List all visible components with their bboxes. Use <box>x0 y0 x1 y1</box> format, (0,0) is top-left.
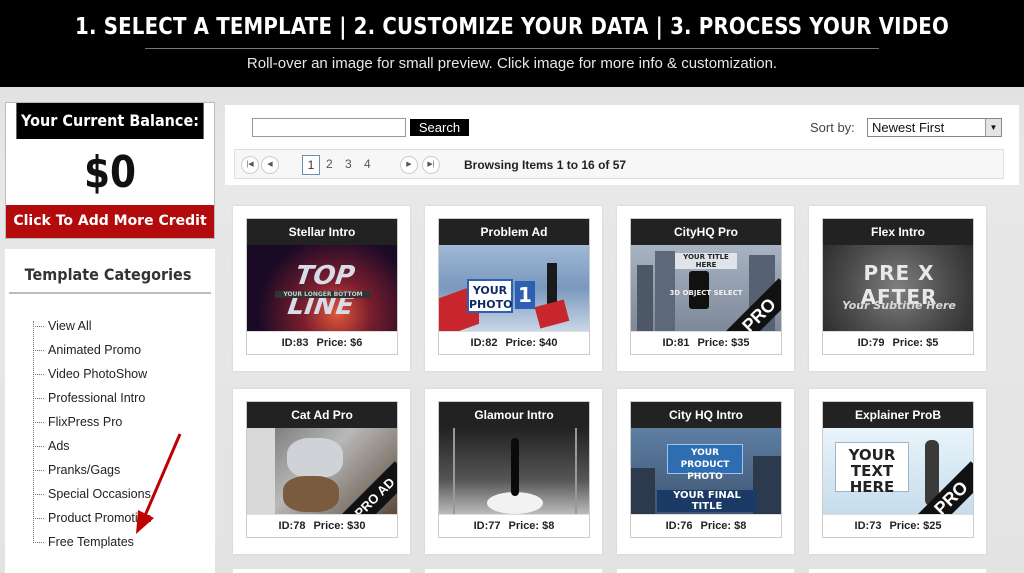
category-professional-intro[interactable]: Professional Intro <box>33 389 152 413</box>
next-row-card-edge <box>233 569 410 573</box>
next-row-card-edge <box>425 569 602 573</box>
template-title: CityHQ Pro <box>631 219 781 245</box>
template-info: ID:82 Price: $40 <box>439 331 589 353</box>
last-page-icon[interactable]: ▶| <box>422 156 440 174</box>
sort-selected-value: Newest First <box>872 120 945 135</box>
page-1[interactable]: 1 <box>302 155 320 175</box>
header-divider <box>145 48 879 49</box>
next-page-icon[interactable]: ▶ <box>400 156 418 174</box>
balance-title: Your Current Balance: <box>16 103 204 139</box>
sort-label: Sort by: <box>810 120 855 135</box>
category-view-all[interactable]: View All <box>33 317 152 341</box>
template-info: ID:81 Price: $35 <box>631 331 781 353</box>
add-credit-button[interactable]: Click To Add More Credit <box>6 205 214 238</box>
pagination-bar: |◀ ◀ 1 2 3 4 ▶ ▶| Browsing Items 1 to 16… <box>234 149 1004 179</box>
sort-select[interactable]: Newest First ▼ <box>867 118 1002 137</box>
search-button[interactable]: Search <box>410 119 469 136</box>
pro-ad-badge: PRO AD <box>338 461 397 514</box>
template-thumbnail[interactable]: YOUR TEXT HERE PRO <box>823 428 973 514</box>
template-title: Flex Intro <box>823 219 973 245</box>
page-4[interactable]: 4 <box>364 155 371 173</box>
template-card-explainer-prob[interactable]: Explainer ProB YOUR TEXT HERE PRO ID:73 P… <box>809 389 986 554</box>
template-title: Explainer ProB <box>823 402 973 428</box>
template-thumbnail[interactable]: TOP LINE YOUR LONGER BOTTOM <box>247 245 397 331</box>
template-thumbnail[interactable]: PRO AD <box>247 428 397 514</box>
next-row-card-edge <box>809 569 986 573</box>
categories-title: Template Categories <box>24 265 192 284</box>
prev-page-icon[interactable]: ◀ <box>261 156 279 174</box>
page-3[interactable]: 3 <box>345 155 352 173</box>
template-thumbnail[interactable]: YOUR PRODUCT PHOTO YOUR FINAL TITLE <box>631 428 781 514</box>
template-card-cityhq-pro[interactable]: CityHQ Pro YOUR TITLE HERE 3D OBJECT SEL… <box>617 206 794 371</box>
categories-divider <box>9 292 211 294</box>
annotation-arrow-icon <box>136 433 182 534</box>
search-input[interactable] <box>252 118 406 137</box>
first-page-icon[interactable]: |◀ <box>241 156 259 174</box>
template-thumbnail[interactable]: YOUR PHOTO 1 <box>439 245 589 331</box>
template-title: City HQ Intro <box>631 402 781 428</box>
balance-amount: $0 <box>83 147 137 198</box>
template-title: Problem Ad <box>439 219 589 245</box>
template-card-problem-ad[interactable]: Problem Ad YOUR PHOTO 1 ID:82 Price: $40 <box>425 206 602 371</box>
template-info: ID:76 Price: $8 <box>631 514 781 536</box>
template-title: Glamour Intro <box>439 402 589 428</box>
category-animated-promo[interactable]: Animated Promo <box>33 341 152 365</box>
browsing-status: Browsing Items 1 to 16 of 57 <box>464 158 627 172</box>
template-card-stellar-intro[interactable]: Stellar Intro TOP LINE YOUR LONGER BOTTO… <box>233 206 410 371</box>
steps-heading: 1. SELECT A TEMPLATE | 2. CUSTOMIZE YOUR… <box>75 14 949 40</box>
page-header: 1. SELECT A TEMPLATE | 2. CUSTOMIZE YOUR… <box>0 0 1024 87</box>
template-title: Cat Ad Pro <box>247 402 397 428</box>
toolbar-panel: Search Sort by: Newest First ▼ |◀ ◀ 1 2 … <box>225 105 1019 185</box>
template-thumbnail[interactable]: YOUR TITLE HERE 3D OBJECT SELECT PRO <box>631 245 781 331</box>
template-info: ID:83 Price: $6 <box>247 331 397 353</box>
template-card-flex-intro[interactable]: Flex Intro PRE X AFTER Your Subtitle Her… <box>809 206 986 371</box>
balance-panel: Your Current Balance: $0 Click To Add Mo… <box>5 102 215 239</box>
page-2[interactable]: 2 <box>326 155 333 173</box>
template-card-city-hq-intro[interactable]: City HQ Intro YOUR PRODUCT PHOTO YOUR FI… <box>617 389 794 554</box>
header-subtitle: Roll-over an image for small preview. Cl… <box>246 55 778 72</box>
next-row-card-edge <box>617 569 794 573</box>
template-title: Stellar Intro <box>247 219 397 245</box>
template-info: ID:78 Price: $30 <box>247 514 397 536</box>
chevron-down-icon[interactable]: ▼ <box>985 119 1001 136</box>
template-thumbnail[interactable]: PRE X AFTER Your Subtitle Here <box>823 245 973 331</box>
template-card-glamour-intro[interactable]: Glamour Intro ID:77 Price: $8 <box>425 389 602 554</box>
template-info: ID:73 Price: $25 <box>823 514 973 536</box>
template-card-cat-ad-pro[interactable]: Cat Ad Pro PRO AD ID:78 Price: $30 <box>233 389 410 554</box>
template-info: ID:79 Price: $5 <box>823 331 973 353</box>
template-info: ID:77 Price: $8 <box>439 514 589 536</box>
template-thumbnail[interactable] <box>439 428 589 514</box>
category-video-photoshow[interactable]: Video PhotoShow <box>33 365 152 389</box>
pro-badge: PRO <box>914 461 973 514</box>
